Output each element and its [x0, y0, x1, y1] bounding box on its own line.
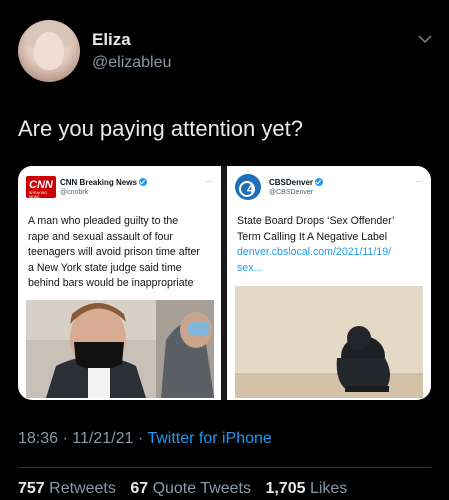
source-app-link[interactable]: Twitter for iPhone — [147, 430, 272, 447]
card-source-name: CBSDenver — [269, 178, 324, 187]
screenshot-card-cbs[interactable]: 4 CBSDenver @CBSDenver ··· State Board D… — [227, 166, 431, 400]
card-source-handle: @cnnbrk — [60, 189, 89, 196]
more-icon: ··· — [415, 177, 423, 186]
chevron-down-icon[interactable] — [416, 30, 434, 48]
verified-icon — [315, 178, 324, 186]
avatar[interactable] — [18, 20, 80, 82]
card-source-handle: @CBSDenver — [269, 189, 314, 196]
retweets-count[interactable]: 757 Retweets — [18, 480, 116, 497]
news-photo — [26, 300, 214, 398]
card-source-name: CNN Breaking News — [60, 178, 147, 187]
engagement-stats: 757 Retweets 67 Quote Tweets 1,705 Likes — [18, 480, 357, 498]
avatar-face — [34, 32, 64, 70]
tweet-time: 18:36 — [18, 430, 59, 447]
cbs-logo: 4 — [235, 174, 265, 200]
tweet-date: 11/21/21 — [72, 430, 134, 447]
quote-tweets-count[interactable]: 67 Quote Tweets — [130, 480, 251, 497]
more-icon: ··· — [205, 177, 213, 186]
tweet-text: Are you paying attention yet? — [18, 116, 303, 141]
card-body: A man who pleaded guilty to the rape and… — [28, 215, 200, 290]
verified-icon — [138, 178, 147, 186]
tweet-meta: 18:36 · 11/21/21 · Twitter for iPhone — [18, 430, 272, 447]
article-link[interactable]: sex... — [237, 261, 394, 277]
divider — [18, 467, 431, 468]
likes-count[interactable]: 1,705 Likes — [265, 480, 347, 497]
article-link[interactable]: denver.cbslocal.com/2021/11/19/ — [237, 245, 394, 261]
screenshot-card-cnn[interactable]: CNN BREAKING NEWS CNN Breaking News @cnn… — [18, 166, 221, 400]
cnn-logo: CNN BREAKING NEWS — [26, 176, 56, 199]
tweet-media[interactable]: CNN BREAKING NEWS CNN Breaking News @cnn… — [18, 166, 431, 400]
news-photo — [235, 286, 423, 398]
author-name[interactable]: Eliza — [92, 30, 131, 50]
card-body: State Board Drops ‘Sex Offender’ Term Ca… — [237, 214, 394, 276]
tweet-header: Eliza @elizableu — [18, 18, 438, 84]
author-handle[interactable]: @elizableu — [92, 54, 171, 72]
